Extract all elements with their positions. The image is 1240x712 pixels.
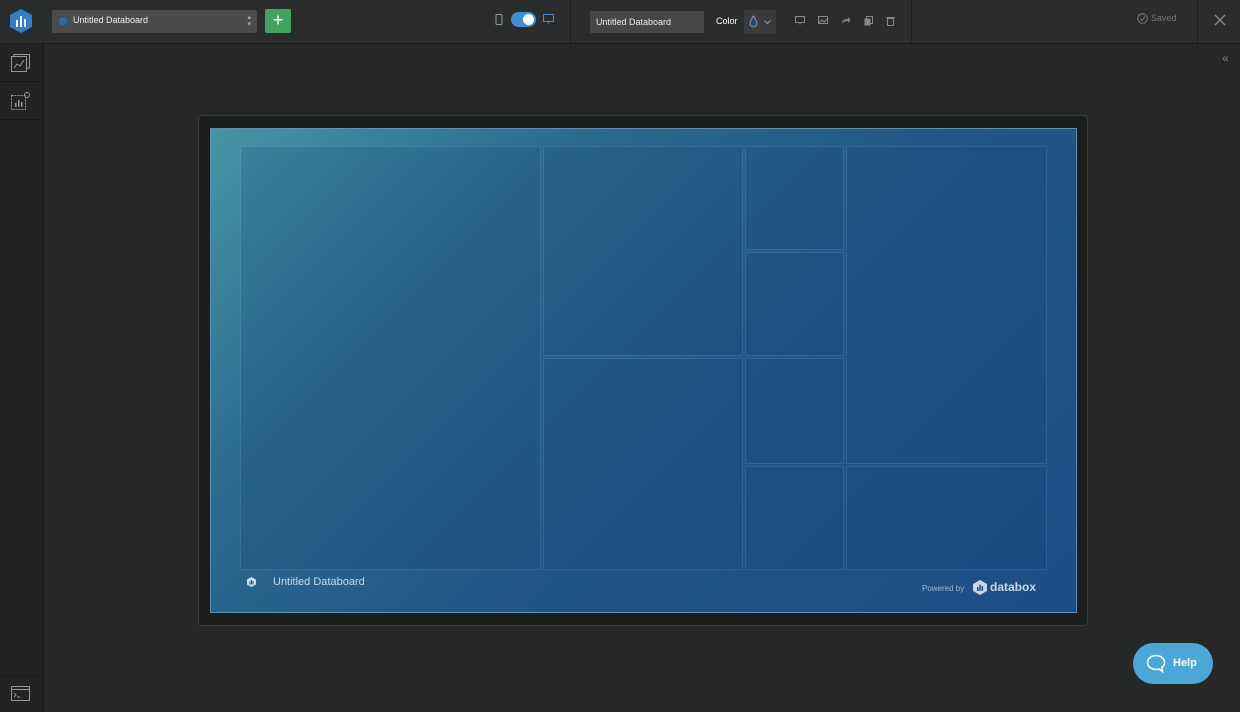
databoard-select-label: Untitled Databoard	[73, 15, 149, 25]
save-status: Saved	[1137, 13, 1177, 24]
sidebar-item-add-metric[interactable]	[0, 82, 43, 120]
divider	[1197, 0, 1198, 43]
dashboard-icon	[11, 54, 30, 72]
datablock-slot[interactable]	[745, 252, 844, 356]
datablock-slot[interactable]	[846, 146, 1047, 464]
sidebar-item-databoards[interactable]	[0, 44, 43, 82]
check-circle-icon	[1137, 13, 1148, 24]
brand-name: databox	[990, 580, 1037, 594]
color-drop-icon	[749, 15, 758, 28]
help-label: Help	[1173, 657, 1197, 669]
board-footer-title: Untitled Databoard	[273, 576, 365, 588]
monitor-icon[interactable]	[795, 16, 805, 25]
copy-icon[interactable]	[864, 16, 873, 26]
add-metric-icon	[11, 92, 30, 110]
switch-knob	[523, 14, 534, 25]
chat-icon	[1146, 654, 1166, 673]
databoard-canvas: Untitled Databoard Powered by databox	[210, 128, 1077, 613]
add-databoard-button[interactable]: +	[265, 9, 291, 33]
color-label: Color	[716, 16, 738, 26]
top-bar: Untitled Databoard ▴▾ + Color	[0, 0, 1240, 44]
databoard-name-input[interactable]	[590, 11, 704, 33]
divider	[570, 0, 571, 43]
terminal-icon	[11, 686, 30, 701]
device-toggle	[492, 11, 557, 31]
select-arrows-icon: ▴ ▾	[247, 14, 251, 28]
datablock-slot[interactable]	[846, 466, 1047, 570]
board-color-dot	[59, 17, 67, 25]
divider	[911, 0, 912, 43]
save-status-text: Saved	[1151, 13, 1177, 23]
share-icon[interactable]	[841, 16, 851, 25]
color-picker[interactable]	[744, 10, 776, 34]
powered-by-text: Powered by	[922, 584, 965, 593]
datablock-slot[interactable]	[745, 146, 844, 250]
image-icon[interactable]	[818, 16, 828, 25]
sidebar-item-console[interactable]	[0, 675, 43, 712]
sidebar	[0, 44, 44, 712]
chevron-down-icon	[764, 20, 771, 25]
desktop-icon[interactable]	[543, 14, 554, 24]
datablock-slot[interactable]	[240, 146, 541, 570]
databox-small-logo-icon	[247, 577, 256, 587]
device-switch[interactable]	[511, 12, 536, 27]
help-button[interactable]: Help	[1133, 643, 1213, 684]
databoard-select[interactable]: Untitled Databoard ▴ ▾	[52, 10, 257, 33]
collapse-icon[interactable]: «	[1222, 51, 1229, 65]
close-icon[interactable]	[1213, 13, 1227, 27]
databox-brand-icon	[973, 580, 987, 595]
datablock-slot[interactable]	[745, 358, 844, 464]
databox-logo-icon[interactable]	[8, 8, 34, 34]
phone-icon[interactable]	[495, 14, 503, 25]
datablock-slot[interactable]	[543, 146, 743, 356]
trash-icon[interactable]	[886, 16, 895, 26]
datablock-slot[interactable]	[745, 466, 844, 570]
datablock-slot[interactable]	[543, 358, 743, 570]
